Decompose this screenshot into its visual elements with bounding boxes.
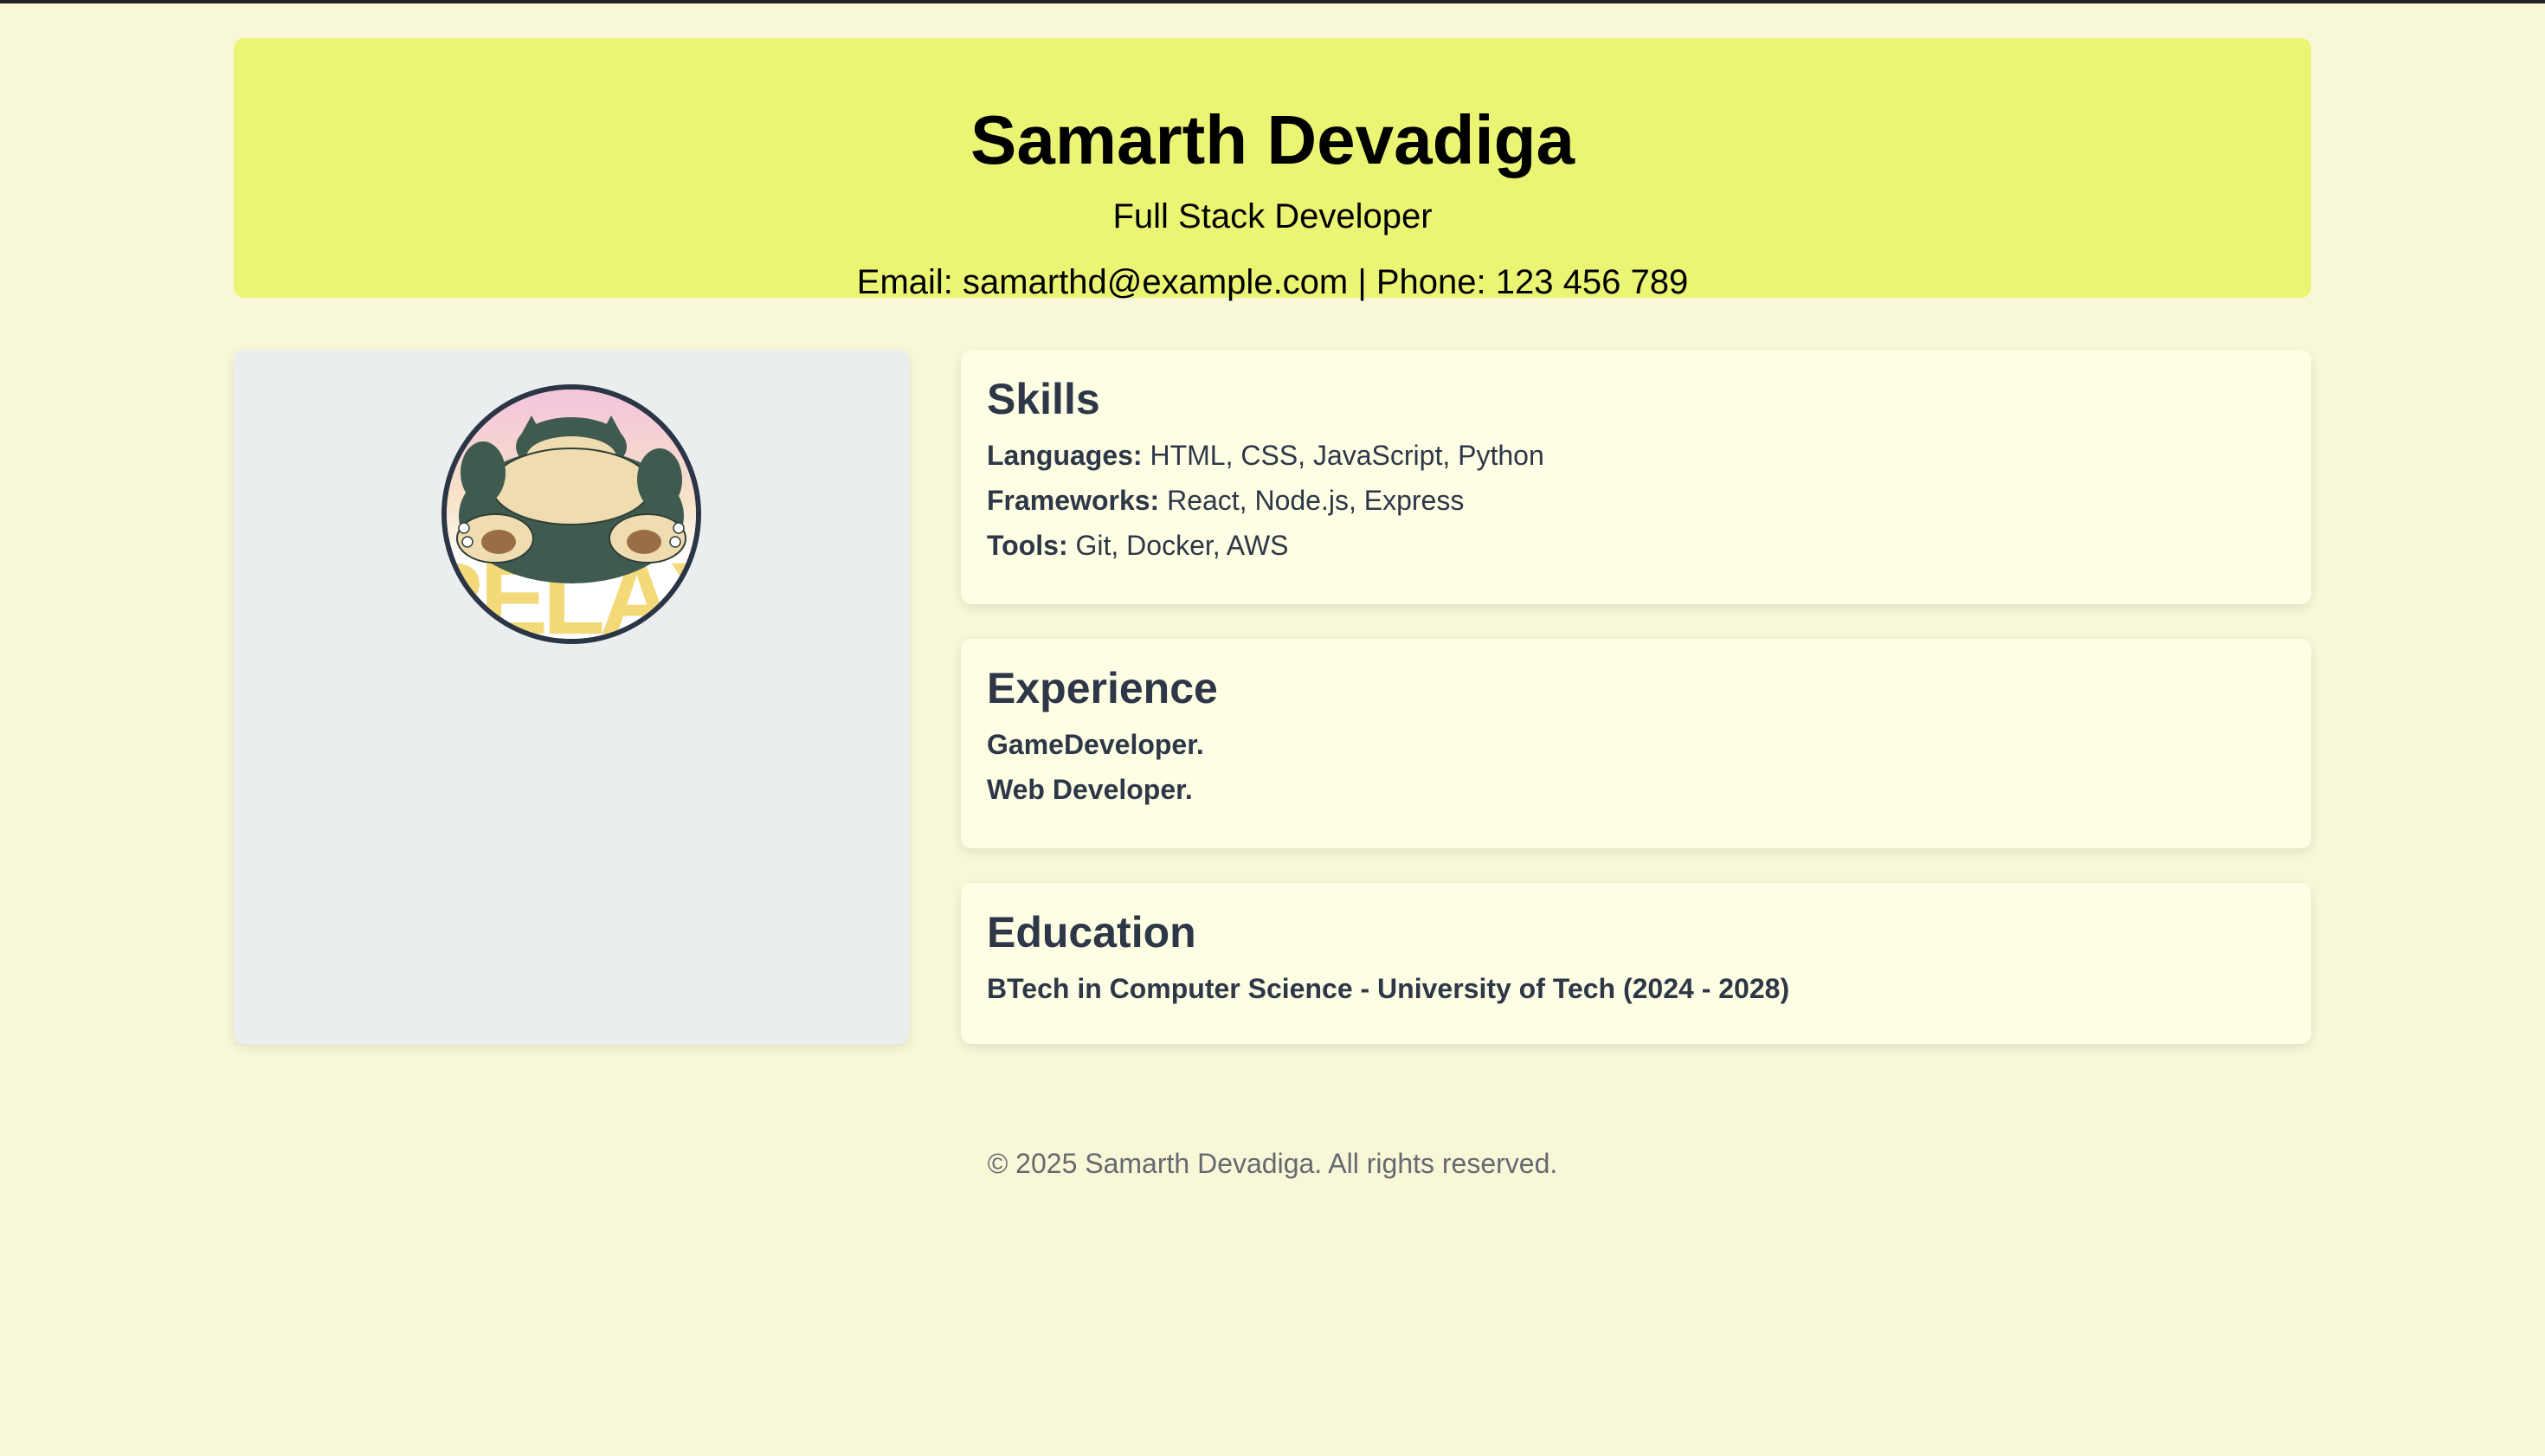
skill-value: HTML, CSS, JavaScript, Python	[1142, 440, 1544, 471]
education-heading: Education	[987, 908, 1196, 957]
skill-frameworks: Frameworks: React, Node.js, Express	[987, 486, 1464, 514]
job-title: Full Stack Developer	[1112, 197, 1433, 235]
resume-header: Samarth Devadiga Full Stack Developer Em…	[234, 38, 2311, 301]
skill-label: Tools:	[987, 530, 1068, 561]
snorlax-avatar-icon: RELAX	[447, 390, 696, 639]
page-title: Samarth Devadiga	[970, 101, 1575, 178]
education-card: Education BTech in Computer Science - Un…	[961, 883, 2311, 1044]
skill-label: Languages:	[987, 440, 1143, 471]
skill-label: Frameworks:	[987, 485, 1160, 516]
skill-value: React, Node.js, Express	[1159, 485, 1465, 516]
top-border	[0, 0, 2545, 3]
footer-copyright: © 2025 Samarth Devadiga. All rights rese…	[987, 1148, 1558, 1179]
avatar: RELAX	[441, 384, 701, 644]
education-item: BTech in Computer Science - University o…	[987, 973, 1790, 1004]
skill-value: Git, Docker, AWS	[1067, 530, 1289, 561]
experience-item: Web Developer.	[987, 774, 1193, 805]
experience-item: GameDeveloper.	[987, 729, 1204, 760]
contact-info: Email: samarthd@example.com | Phone: 123…	[856, 263, 1689, 301]
skill-languages: Languages: HTML, CSS, JavaScript, Python	[987, 441, 1544, 469]
skills-card: Skills Languages: HTML, CSS, JavaScript,…	[961, 350, 2311, 604]
skill-tools: Tools: Git, Docker, AWS	[987, 532, 1288, 559]
experience-card: Experience GameDeveloper. Web Developer.	[961, 639, 2311, 848]
experience-heading: Experience	[987, 664, 1218, 712]
skills-heading: Skills	[987, 375, 1100, 423]
